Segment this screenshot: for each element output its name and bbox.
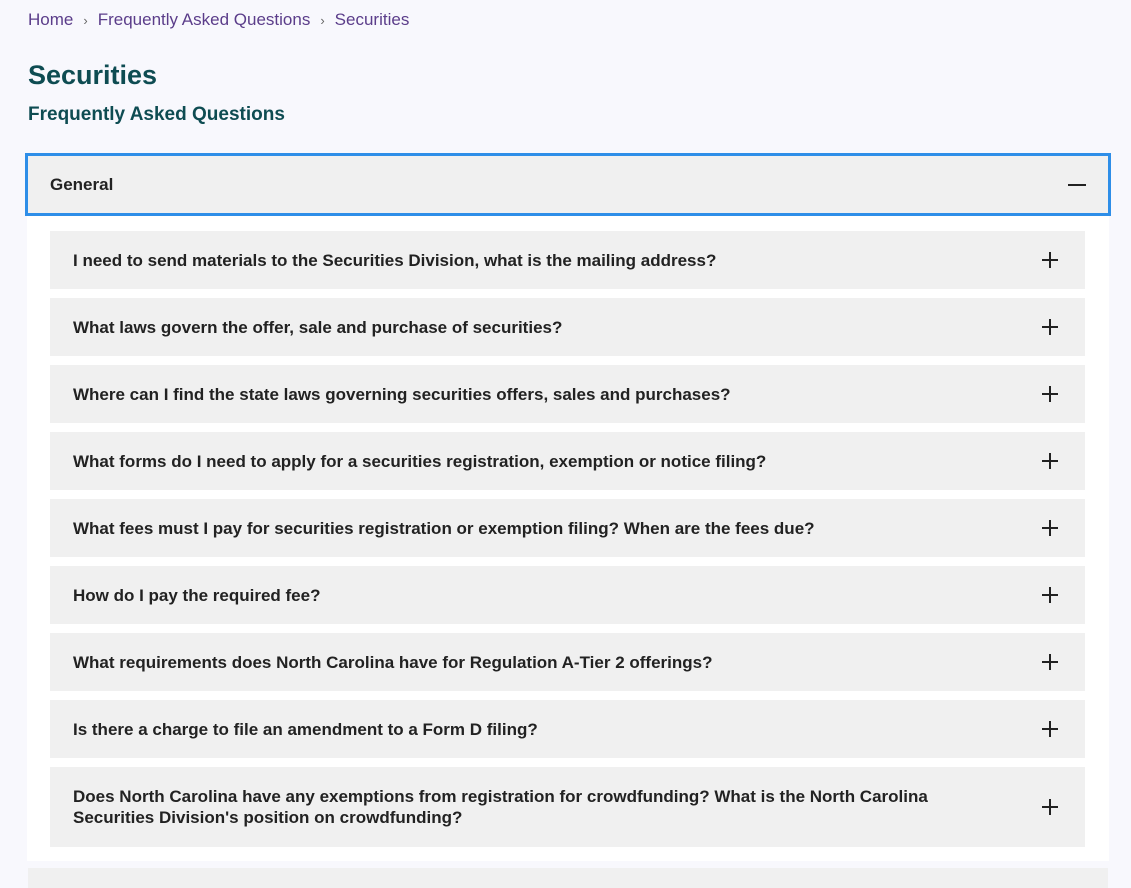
faq-question: Is there a charge to file an amendment t… xyxy=(73,719,538,739)
faq-question: What requirements does North Carolina ha… xyxy=(73,652,713,672)
plus-icon[interactable] xyxy=(1042,453,1058,469)
chevron-right-icon: › xyxy=(320,12,325,28)
breadcrumb: Home › Frequently Asked Questions › Secu… xyxy=(28,10,409,30)
accordion-section-general[interactable]: General xyxy=(25,153,1111,216)
page-title: Securities xyxy=(28,60,158,90)
plus-icon[interactable] xyxy=(1042,587,1058,603)
accordion-body: I need to send materials to the Securiti… xyxy=(27,216,1109,861)
plus-icon[interactable] xyxy=(1042,386,1058,402)
faq-item[interactable]: Does North Carolina have any exemptions … xyxy=(50,767,1085,847)
plus-icon[interactable] xyxy=(1042,319,1058,335)
breadcrumb-faq[interactable]: Frequently Asked Questions xyxy=(98,10,311,30)
breadcrumb-current: Securities xyxy=(334,10,410,29)
faq-item[interactable]: What fees must I pay for securities regi… xyxy=(50,499,1085,557)
faq-question: How do I pay the required fee? xyxy=(73,585,321,605)
faq-question: I need to send materials to the Securiti… xyxy=(73,250,717,270)
page-subtitle: Frequently Asked Questions xyxy=(28,104,285,125)
faq-item[interactable]: I need to send materials to the Securiti… xyxy=(50,231,1085,289)
plus-icon[interactable] xyxy=(1042,721,1058,737)
faq-question: What forms do I need to apply for a secu… xyxy=(73,451,767,471)
faq-item[interactable]: Is there a charge to file an amendment t… xyxy=(50,700,1085,758)
faq-item[interactable]: What requirements does North Carolina ha… xyxy=(50,633,1085,691)
breadcrumb-home[interactable]: Home xyxy=(28,10,73,30)
plus-icon[interactable] xyxy=(1042,520,1058,536)
chevron-right-icon: › xyxy=(83,12,88,28)
faq-accordion: General I need to send materials to the … xyxy=(25,153,1111,861)
plus-icon[interactable] xyxy=(1042,252,1058,268)
section-label: General xyxy=(50,174,114,194)
faq-item[interactable]: How do I pay the required fee? xyxy=(50,566,1085,624)
next-accordion-section[interactable] xyxy=(28,868,1108,888)
faq-question: What fees must I pay for securities regi… xyxy=(73,518,815,538)
faq-question: Does North Carolina have any exemptions … xyxy=(73,787,928,827)
faq-question: What laws govern the offer, sale and pur… xyxy=(73,317,563,337)
faq-item[interactable]: Where can I find the state laws governin… xyxy=(50,365,1085,423)
minus-icon[interactable] xyxy=(1068,183,1086,186)
plus-icon[interactable] xyxy=(1042,654,1058,670)
faq-item[interactable]: What forms do I need to apply for a secu… xyxy=(50,432,1085,490)
faq-item[interactable]: What laws govern the offer, sale and pur… xyxy=(50,298,1085,356)
plus-icon[interactable] xyxy=(1042,799,1058,815)
faq-question: Where can I find the state laws governin… xyxy=(73,384,731,404)
